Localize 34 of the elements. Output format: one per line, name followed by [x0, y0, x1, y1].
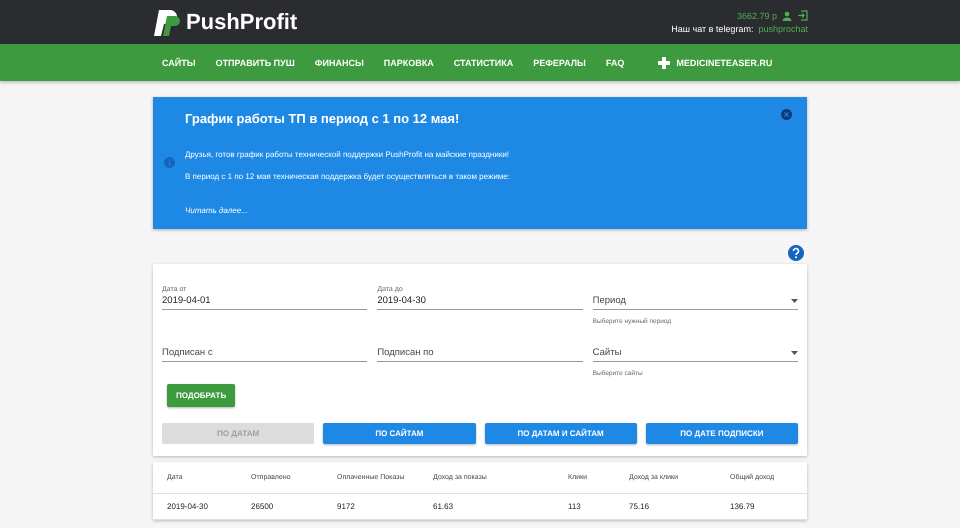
table-cell-text: 26500: [251, 502, 274, 511]
table-cell-text: 9172: [337, 502, 356, 511]
chat-link[interactable]: pushprochat: [758, 24, 808, 34]
input-field[interactable]: Подписан по: [377, 345, 583, 362]
nav-link[interactable]: СТАТИСТИКА: [444, 58, 524, 68]
nav-link[interactable]: ФИНАНСЫ: [304, 58, 374, 68]
read-more-link[interactable]: Читать далее...: [185, 206, 781, 215]
nav-link[interactable]: РЕФЕРАЛЫ: [523, 58, 596, 68]
group-by-button[interactable]: ПО ДАТАМ И САЙТАМ: [484, 423, 637, 444]
table-cell-text: 113: [568, 502, 582, 511]
table-cell-text: 75.16: [629, 502, 650, 511]
nav-link[interactable]: САЙТЫ: [152, 58, 206, 68]
group-by-button[interactable]: ПО ДАТАМ: [162, 423, 314, 444]
input-field[interactable]: 2019-04-30: [377, 293, 583, 310]
group-by-button[interactable]: ПО ДАТЕ ПОДПИСКИ: [646, 423, 798, 444]
submit-button[interactable]: ПОДОБРАТЬ: [167, 384, 236, 407]
balance-amount: 3662.79 р: [736, 10, 777, 20]
select-field[interactable]: Период: [592, 293, 798, 310]
logo-text: PushProfit: [186, 9, 298, 35]
select-field[interactable]: Сайты: [592, 345, 798, 362]
group-by-button[interactable]: ПО САЙТАМ: [323, 423, 476, 444]
input-field[interactable]: Подписан с: [162, 345, 368, 362]
nav-link[interactable]: FAQ: [596, 58, 634, 68]
table-cell-text: 2019-04-30: [167, 502, 209, 511]
input-field[interactable]: 2019-04-01: [162, 293, 368, 310]
table-cell-text: 136.79: [730, 502, 756, 511]
notice-title: График работы ТП в период с 1 по 12 мая!: [185, 111, 460, 126]
chat-label: Наш чат в telegram:: [671, 24, 754, 34]
nav-link[interactable]: ОТПРАВИТЬ ПУШ: [206, 58, 305, 68]
notice-text: Друзья, готов график работы технической поддержки PushProfit на майские праздники!: [185, 150, 510, 159]
notice-text: В период с 1 по 12 мая техническая поддержка будет осуществляться в таком режиме:: [185, 172, 511, 181]
nav-link[interactable]: ПАРКОВКА: [374, 58, 444, 68]
table-cell-text: 61.63: [433, 502, 454, 511]
nav-link[interactable]: MEDICINETEASER.RU: [648, 56, 782, 68]
